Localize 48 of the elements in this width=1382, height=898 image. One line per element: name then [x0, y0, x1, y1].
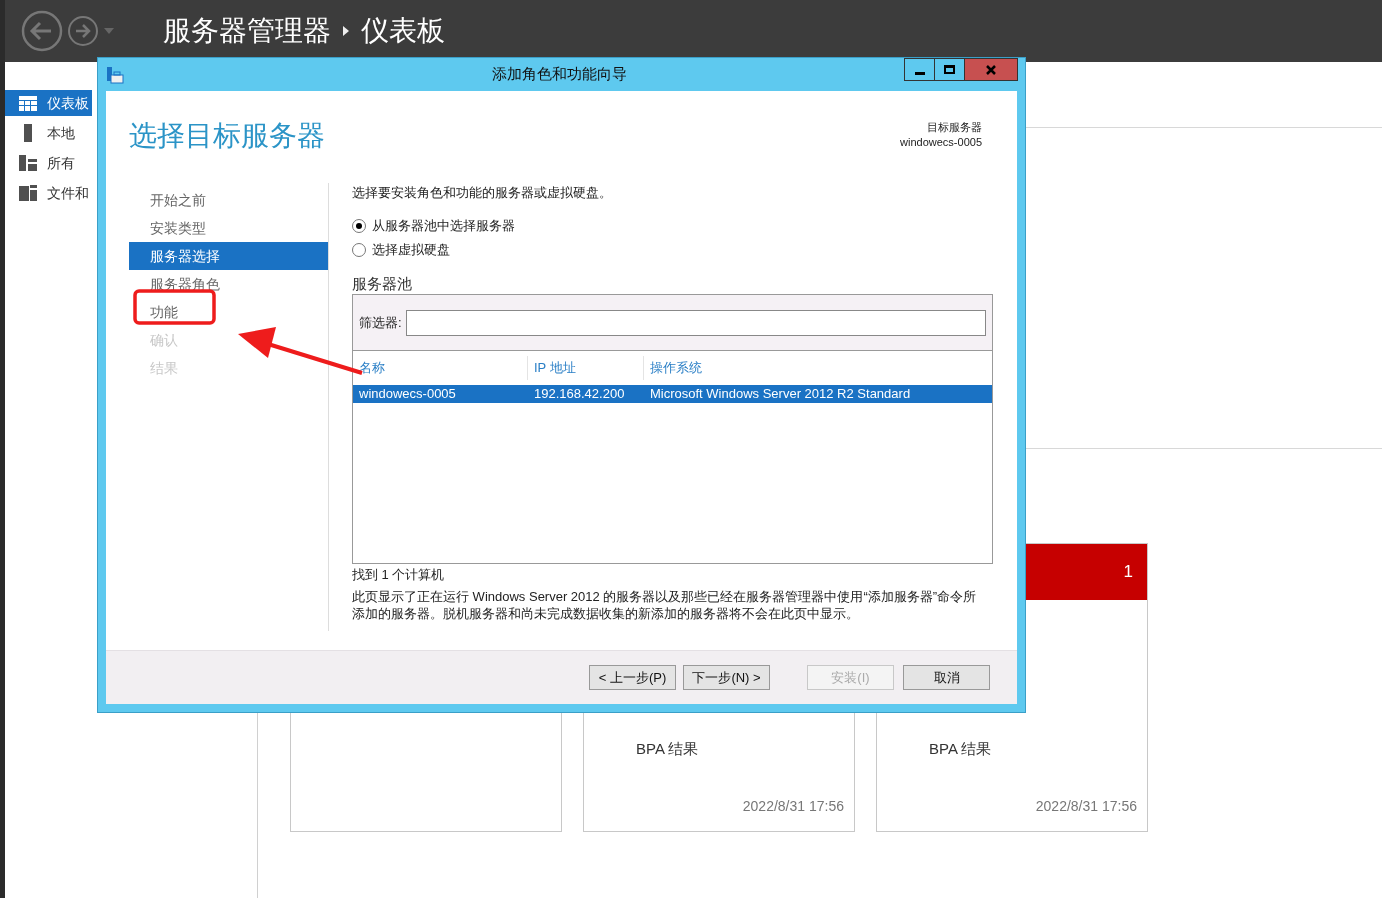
timestamp: 2022/8/31 17:56 [742, 797, 844, 816]
wizard-icon [106, 65, 124, 84]
radio-button[interactable] [352, 243, 366, 257]
target-server-name: windowecs-0005 [900, 135, 982, 150]
result-count: 找到 1 个计算机 [352, 566, 446, 584]
radio-label: 选择虚拟硬盘 [372, 241, 450, 260]
section-label: 服务器池 [352, 274, 413, 293]
file-server-icon [19, 185, 37, 201]
tile-label[interactable]: BPA 结果 [929, 738, 1137, 761]
sidebar-item[interactable]: 文件和 [5, 180, 92, 206]
dialog-button[interactable]: 取消 [903, 665, 990, 690]
column-header[interactable]: IP 地址 [528, 356, 644, 380]
radio-label: 从服务器池中选择服务器 [372, 217, 515, 236]
wizard-step[interactable]: 开始之前 [129, 186, 328, 214]
wizard-step[interactable]: 安装类型 [129, 214, 328, 242]
breadcrumb-separator-icon [343, 26, 349, 36]
page-heading: 选择目标服务器 [129, 122, 325, 150]
filter-field[interactable] [405, 309, 986, 336]
servers-icon [19, 155, 37, 171]
instruction-text: 选择要安装角色和功能的服务器或虚拟硬盘。 [352, 184, 613, 202]
close-icon [986, 64, 996, 75]
column-header[interactable]: 操作系统 [644, 356, 992, 380]
close-button[interactable] [965, 59, 1017, 80]
wizard-step[interactable]: 服务器选择 [129, 242, 328, 270]
table-row[interactable]: windowecs-0005 192.168.42.200 Microsoft Windows Server 2012 R2 Standard [353, 385, 992, 403]
sidebar-item[interactable]: 本地 [5, 120, 92, 146]
dropdown-icon[interactable] [103, 27, 115, 35]
target-server-label: 目标服务器 [927, 120, 982, 135]
column-header[interactable]: 名称 [353, 356, 528, 380]
alert-count: 1 [1123, 561, 1133, 584]
forward-icon[interactable] [67, 15, 99, 47]
radio-button[interactable] [352, 219, 366, 233]
sidebar-item[interactable]: 所有 [5, 150, 92, 176]
tile-label[interactable]: BPA 结果 [636, 738, 844, 761]
window-title: 添加角色和功能向导 [492, 64, 627, 85]
wizard-step[interactable]: 功能 [129, 298, 328, 326]
breadcrumb-item[interactable]: 仪表板 [361, 17, 445, 45]
dialog-button[interactable]: 下一步(N) > [683, 665, 770, 690]
dialog-button[interactable]: < 上一步(P) [589, 665, 676, 690]
sidebar-item[interactable]: 仪表板 [5, 90, 92, 116]
timestamp: 2022/8/31 17:56 [1035, 797, 1137, 816]
info-text: 此页显示了正在运行 Windows Server 2012 的服务器以及那些已经在服务器管理器中使用“添加服务器”命令所添加的服务器。脱机服务器和尚未完成数据收集的新添加的服务器将不会在此页中显示。 [352, 588, 978, 622]
breadcrumb-item[interactable]: 服务器管理器 [163, 17, 331, 45]
filter-label: 筛选器: [359, 313, 402, 332]
back-icon[interactable] [21, 10, 63, 52]
dashboard-icon [19, 95, 37, 111]
wizard-step[interactable]: 服务器角色 [129, 270, 328, 298]
server-icon [23, 124, 33, 142]
